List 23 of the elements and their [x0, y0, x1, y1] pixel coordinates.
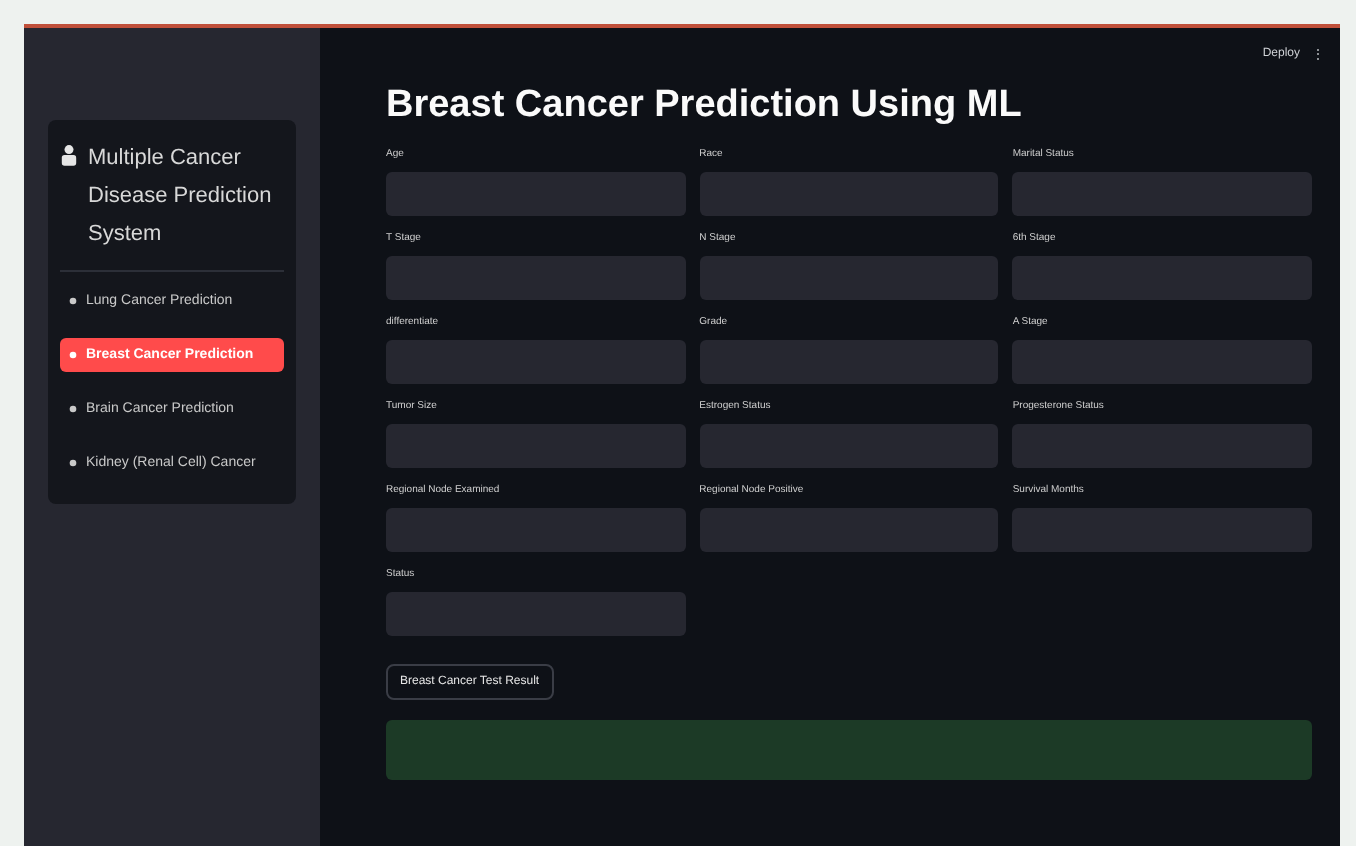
dot-icon — [68, 296, 78, 306]
input-field[interactable] — [386, 340, 686, 384]
page-title: Breast Cancer Prediction Using ML — [386, 84, 1024, 128]
input-field[interactable] — [386, 592, 686, 636]
dot-icon — [68, 458, 78, 468]
input-field[interactable] — [386, 508, 686, 552]
input-field[interactable] — [699, 256, 999, 300]
dot-icon — [68, 350, 78, 360]
input-field[interactable] — [1012, 256, 1312, 300]
input-field[interactable] — [699, 508, 999, 552]
input-field[interactable] — [1012, 172, 1312, 216]
input-field[interactable] — [699, 340, 999, 384]
input-field[interactable] — [699, 424, 999, 468]
input-field[interactable] — [386, 256, 686, 300]
input-field[interactable] — [1012, 340, 1312, 384]
person-icon — [60, 144, 78, 166]
app-title: Multiple Cancer Disease Prediction System — [88, 144, 274, 250]
input-field[interactable] — [386, 172, 686, 216]
input-field[interactable] — [1012, 424, 1312, 468]
dot-icon — [68, 404, 78, 414]
input-field[interactable] — [386, 424, 686, 468]
input-field[interactable] — [699, 172, 999, 216]
input-field[interactable] — [1012, 508, 1312, 552]
